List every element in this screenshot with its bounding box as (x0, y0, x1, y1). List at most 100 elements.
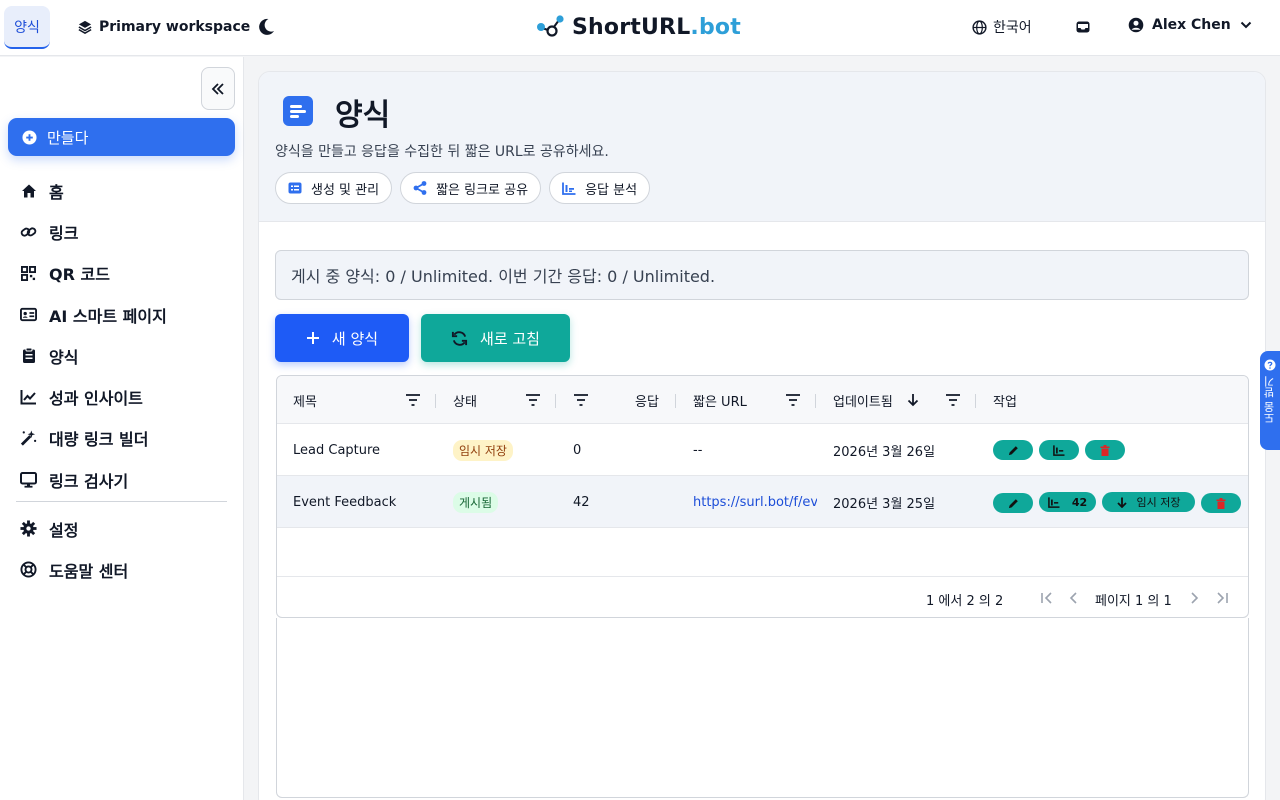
arrow-down-icon (1116, 497, 1127, 508)
pill-label: 짧은 링크로 공유 (436, 182, 529, 198)
filter-icon[interactable] (525, 393, 541, 407)
language-selector[interactable]: 한국어 (972, 17, 1032, 37)
refresh-icon (451, 330, 468, 346)
get-help-tab[interactable]: 도움 받기 (1260, 351, 1280, 450)
sidebar-item-forms[interactable]: 양식 (20, 335, 230, 376)
column-header-status[interactable]: 상태 (453, 376, 477, 424)
pill-analyze-responses[interactable]: 응답 분석 (549, 172, 651, 204)
refresh-label: 새로 고침 (480, 329, 540, 348)
table-header: 제목 상태 응답 짧은 URL 업데이트됨 작업 (277, 376, 1248, 424)
cell-title: Event Feedback (293, 494, 397, 510)
quota-banner: 게시 중 양식: 0 / Unlimited. 이번 기간 응답: 0 / Un… (275, 250, 1249, 300)
moon-icon[interactable] (256, 17, 276, 37)
sidebar-item-settings[interactable]: 설정 (20, 508, 230, 549)
tab-forms[interactable]: 양식 (4, 6, 50, 49)
pencil-icon (1008, 445, 1018, 455)
sidebar-item-label: 링크 검사기 (49, 471, 129, 491)
filter-icon[interactable] (785, 393, 801, 407)
cell-updated: 2026년 3월 26일 (833, 444, 936, 460)
sidebar-item-insights[interactable]: 성과 인사이트 (20, 376, 230, 417)
sidebar-item-label: 대량 링크 빌더 (49, 430, 149, 450)
stats-button[interactable] (1039, 440, 1079, 460)
refresh-button[interactable]: 새로 고침 (421, 314, 570, 362)
table-row[interactable]: Event Feedback 게시됨 42 https://surl.bot/f… (277, 476, 1248, 528)
workspace-switcher[interactable]: Primary workspace (78, 16, 250, 38)
workspace-name: Primary workspace (99, 19, 251, 35)
status-badge: 임시 저장 (453, 439, 513, 461)
chart-line-icon (20, 390, 36, 405)
sidebar-item-label: 양식 (49, 347, 79, 367)
table-pagination: 1 에서 2 의 2 페이지 1 의 1 (277, 576, 1248, 617)
inbox-icon[interactable] (1075, 19, 1091, 35)
sidebar-item-links[interactable]: 링크 (20, 211, 230, 252)
share-nodes-icon (537, 15, 564, 37)
cell-title: Lead Capture (293, 442, 381, 458)
unpublish-button[interactable]: 임시 저장 (1102, 492, 1195, 512)
home-icon (21, 184, 36, 198)
plus-icon (306, 332, 319, 344)
new-form-button[interactable]: 새 양식 (275, 314, 409, 362)
page-header: 양식 양식을 만들고 응답을 수집한 뒤 짧은 URL로 공유하세요. 생성 및… (259, 72, 1265, 222)
pill-label: 응답 분석 (585, 182, 638, 198)
user-menu[interactable]: Alex Chen (1128, 17, 1253, 33)
trash-icon (1100, 444, 1110, 456)
delete-button[interactable] (1085, 440, 1125, 460)
table-row[interactable]: Lead Capture 임시 저장 0 -- 2026년 3월 26일 (277, 424, 1248, 476)
column-header-responses[interactable]: 응답 (635, 376, 659, 424)
cell-responses: 0 (573, 442, 582, 458)
filter-icon[interactable] (945, 393, 961, 407)
lifebuoy-icon (20, 561, 37, 578)
next-page-icon[interactable] (1187, 591, 1201, 605)
cell-status: 임시 저장 (453, 424, 513, 476)
pill-share-short-link[interactable]: 짧은 링크로 공유 (400, 172, 542, 204)
bar-chart-icon (562, 182, 576, 195)
sidebar-divider (16, 501, 227, 502)
stats-button[interactable]: 42 (1039, 492, 1096, 512)
pill-create-manage[interactable]: 생성 및 관리 (275, 172, 393, 204)
column-header-actions: 작업 (993, 394, 1017, 410)
link-icon (20, 227, 37, 237)
sort-desc-icon[interactable] (907, 393, 919, 407)
short-url-link[interactable]: https://surl.bot/f/eve (693, 476, 817, 528)
collapse-sidebar-button[interactable] (201, 67, 235, 110)
first-page-icon[interactable] (1040, 591, 1054, 605)
sidebar-item-bulk-builder[interactable]: 대량 링크 빌더 (20, 418, 230, 459)
sidebar-bottom-nav: 설정 도움말 센터 (20, 508, 230, 591)
sidebar-item-label: 설정 (49, 520, 79, 540)
sidebar-item-label: 성과 인사이트 (49, 389, 143, 409)
sidebar-item-link-inspector[interactable]: 링크 검사기 (20, 459, 230, 500)
column-header-short-url[interactable]: 짧은 URL (693, 376, 747, 424)
sidebar-item-label: 홈 (49, 182, 64, 202)
unpublish-label: 임시 저장 (1136, 496, 1181, 509)
page-description: 양식을 만들고 응답을 수집한 뒤 짧은 URL로 공유하세요. (275, 144, 609, 160)
sidebar-item-label: AI 스마트 페이지 (49, 306, 167, 326)
edit-button[interactable] (993, 493, 1033, 513)
stats-count: 42 (1071, 495, 1088, 509)
top-bar: 양식 Primary workspace ShortURL.bot 한국어 Al… (0, 0, 1280, 56)
cell-status: 게시됨 (453, 476, 499, 528)
sidebar-item-qr-codes[interactable]: QR 코드 (20, 253, 230, 294)
column-header-title[interactable]: 제목 (293, 376, 317, 424)
chevron-down-icon (1240, 21, 1251, 29)
edit-button[interactable] (993, 440, 1033, 460)
sidebar-item-home[interactable]: 홈 (20, 170, 230, 211)
language-label: 한국어 (993, 20, 1032, 36)
help-circle-icon (1264, 359, 1276, 371)
layers-icon (78, 20, 92, 34)
column-header-updated[interactable]: 업데이트됨 (833, 376, 893, 424)
prev-page-icon[interactable] (1067, 591, 1081, 605)
pagination-range: 1 에서 2 의 2 (926, 594, 1004, 609)
monitor-icon (20, 471, 37, 488)
help-tab-label: 도움 받기 (1263, 376, 1276, 424)
cell-short-url: -- (693, 442, 703, 458)
create-button[interactable]: 만들다 (8, 118, 235, 156)
sidebar-item-ai-smart-page[interactable]: AI 스마트 페이지 (20, 294, 230, 335)
magic-wand-icon (20, 430, 37, 447)
forms-table: 제목 상태 응답 짧은 URL 업데이트됨 작업 Lead Capture 임시… (276, 375, 1249, 618)
delete-button[interactable] (1201, 493, 1241, 513)
filter-icon[interactable] (405, 393, 421, 407)
brand-logo[interactable]: ShortURL.bot (536, 14, 741, 40)
last-page-icon[interactable] (1215, 591, 1229, 605)
sidebar-item-help-center[interactable]: 도움말 센터 (20, 549, 230, 590)
filter-icon[interactable] (573, 393, 589, 407)
